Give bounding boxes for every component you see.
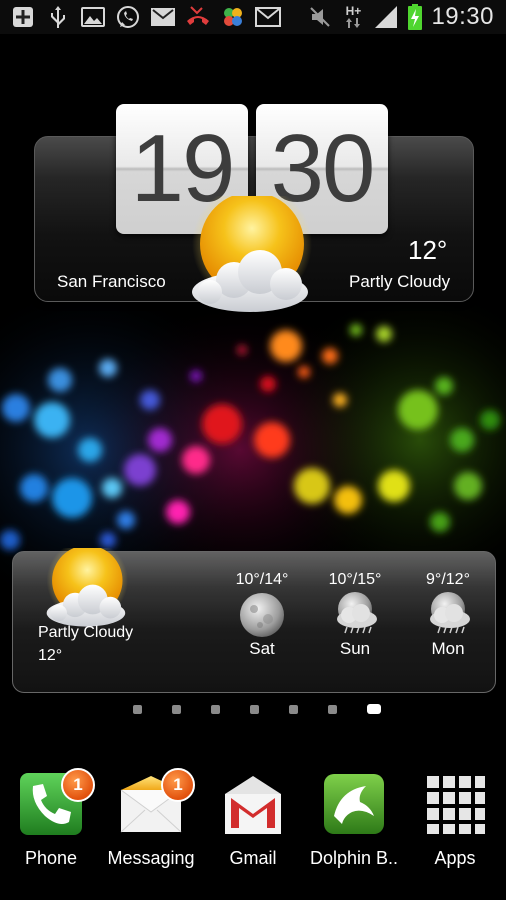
network-type: H+: [345, 4, 362, 18]
dock-label: Messaging: [107, 848, 195, 868]
dock-dolphin-browser[interactable]: Dolphin B..: [304, 772, 404, 869]
forecast-range: 10°/14°: [235, 571, 289, 588]
email-icon: [150, 5, 176, 29]
dock-apps[interactable]: Apps: [405, 772, 505, 869]
apps-grid-icon: [427, 776, 485, 834]
current-condition: Partly Cloudy: [38, 624, 134, 641]
page-dot[interactable]: [250, 704, 259, 714]
add-icon: [10, 5, 36, 29]
missed-call-icon: [185, 5, 211, 29]
whatsapp-icon: [115, 5, 141, 29]
clock-time: 19:30: [431, 3, 494, 30]
mute-icon: [307, 5, 333, 29]
forecast-day-mon: 9°/12° Mon: [408, 571, 488, 659]
gmail-icon: [225, 776, 281, 834]
dock-label: Phone: [24, 848, 78, 868]
moon-rain-icon: [315, 591, 395, 639]
page-dot[interactable]: [133, 704, 142, 714]
clover-icon: [220, 5, 246, 29]
dock-label: Gmail: [229, 848, 277, 868]
notification-badge: 1: [161, 768, 195, 802]
clock-temperature: 12°: [408, 235, 448, 265]
forecast-day-sat: 10°/14° Sat: [222, 571, 302, 659]
notification-badge: 1: [61, 768, 95, 802]
page-dot-active[interactable]: [367, 704, 381, 714]
forecast-range: 9°/12°: [426, 571, 470, 588]
usb-icon: [45, 5, 71, 29]
dock-label: Dolphin B..: [309, 848, 399, 868]
battery-charging-icon: [407, 4, 423, 30]
partly-cloudy-icon: [186, 184, 326, 325]
clock-city-name: San Francisco: [57, 272, 166, 291]
forecast-day-name: Sat: [249, 639, 275, 658]
moon-rain-icon: [408, 591, 488, 639]
dock-phone[interactable]: 1 Phone: [1, 768, 101, 869]
forecast-day-sun: 10°/15° Sun: [315, 571, 395, 659]
dock-gmail[interactable]: Gmail: [203, 772, 303, 869]
gallery-icon: [80, 5, 106, 29]
page-dot[interactable]: [211, 704, 220, 714]
page-dot[interactable]: [328, 704, 337, 714]
current-temperature: 12°: [38, 647, 63, 664]
notification-icons: [0, 5, 281, 29]
forecast-day-name: Mon: [431, 639, 465, 658]
network-arrows-icon: H+: [341, 5, 365, 29]
clock-condition: Partly Cloudy: [349, 272, 451, 291]
forecast-day-name: Sun: [339, 639, 371, 658]
message-icon: [255, 5, 281, 29]
page-indicator[interactable]: [133, 704, 381, 714]
status-bar[interactable]: H+ 19:30: [0, 0, 506, 34]
signal-icon: [373, 5, 399, 29]
forecast-range: 10°/15°: [328, 571, 382, 588]
page-dot[interactable]: [289, 704, 298, 714]
dock-messaging[interactable]: 1 Messaging: [101, 768, 201, 869]
system-icons: H+ 19:30: [307, 3, 506, 31]
dolphin-icon: [324, 774, 384, 834]
dock-label: Apps: [434, 848, 476, 868]
moon-icon: [222, 591, 302, 639]
page-dot[interactable]: [172, 704, 181, 714]
